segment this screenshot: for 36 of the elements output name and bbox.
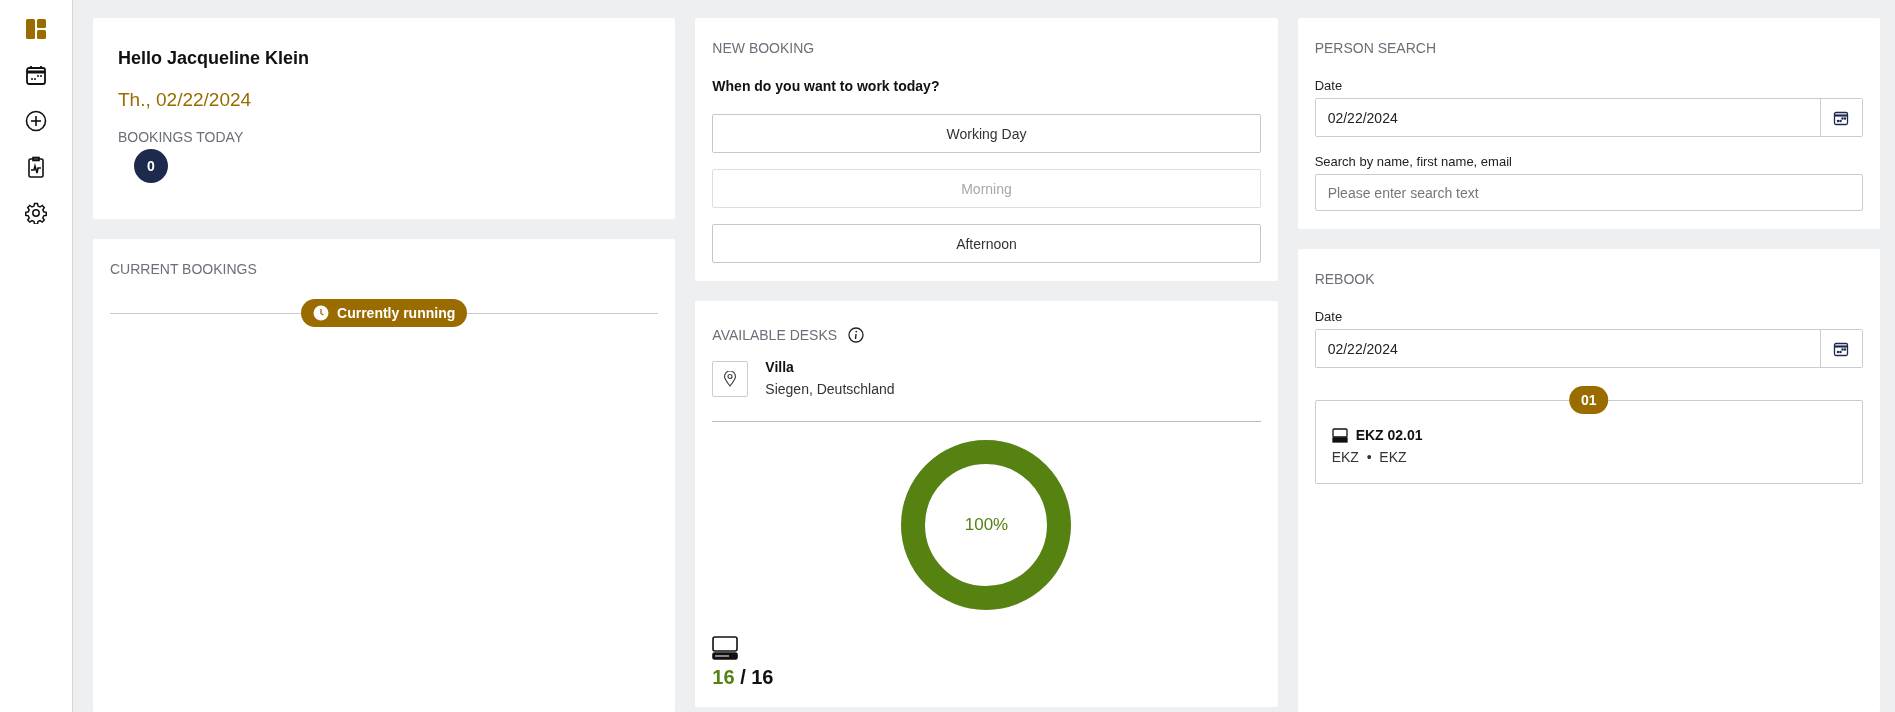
card-title: REBOOK (1314, 271, 1376, 287)
card-title: PERSON SEARCH (1314, 40, 1437, 56)
today-date: Th., 02/22/2024 (118, 89, 253, 111)
settings-nav-item[interactable] (24, 201, 48, 225)
calendar-nav-item[interactable] (24, 63, 48, 87)
calendar-icon (1833, 109, 1850, 126)
percent-text: 100% (964, 515, 1009, 535)
calendar-icon (1833, 340, 1850, 357)
location-name: Villa (765, 359, 795, 375)
card-title: NEW BOOKING (712, 40, 816, 56)
desk-location: EKZ • EKZ (1331, 449, 1408, 465)
currently-running-badge: Currently running (301, 299, 468, 327)
desktop-computer-icon (712, 636, 739, 660)
desk-name: EKZ 02.01 (1355, 427, 1423, 443)
bookings-today-label: BOOKINGS TODAY (118, 129, 245, 145)
booking-option-button[interactable]: Working Day (712, 114, 1261, 153)
date-label: Date (1314, 78, 1344, 93)
card-title: CURRENT BOOKINGS (110, 261, 258, 277)
booking-option-button[interactable]: Afternoon (712, 224, 1261, 263)
location-place: Siegen, Deutschland (765, 381, 895, 397)
bookings-count-badge: 0 (134, 149, 168, 183)
add-nav-item[interactable] (24, 109, 48, 133)
booking-number-badge: 01 (1569, 386, 1609, 414)
dashboard-nav-item[interactable] (24, 17, 48, 41)
location-pin-icon (712, 361, 749, 397)
info-icon[interactable] (848, 327, 865, 343)
search-label: Search by name, first name, email (1314, 154, 1513, 169)
greeting-text: Hello Jacqueline Klein (118, 48, 311, 69)
search-field[interactable]: Please enter search text (1314, 174, 1863, 211)
booking-question: When do you want to work today? (712, 78, 941, 94)
desk-count-text: 16 / 16 (712, 666, 775, 689)
calendar-button[interactable] (1820, 99, 1862, 136)
date-label: Date (1314, 309, 1344, 324)
desktop-computer-icon (1331, 427, 1348, 443)
calendar-button[interactable] (1820, 330, 1862, 367)
card-title: AVAILABLE DESKS (712, 327, 838, 343)
